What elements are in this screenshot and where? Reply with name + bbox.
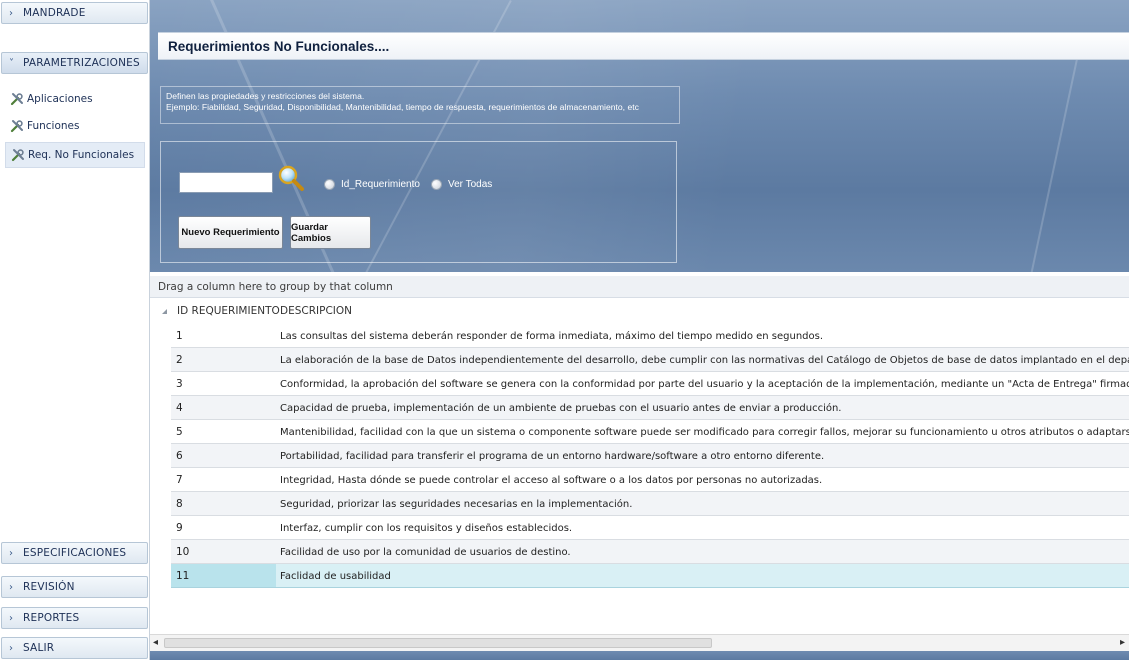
cell-descripcion: Interfaz, cumplir con los requisitos y d…: [280, 522, 573, 534]
wrench-icon: [10, 119, 24, 133]
grid-header: ID REQUERIMIENTO DESCRIPCION: [150, 303, 1129, 322]
radio-dot: [431, 179, 442, 190]
footer-band: [150, 651, 1129, 660]
section-salir[interactable]: › SALIR: [1, 637, 148, 659]
cell-descripcion: Mantenibilidad, facilidad con la que un …: [280, 426, 1129, 438]
cell-descripcion: Seguridad, priorizar las seguridades nec…: [280, 498, 633, 510]
chevron-down-icon: ˅: [9, 57, 14, 69]
header-banner: Requerimientos No Funcionales.... Define…: [150, 0, 1129, 272]
cell-descripcion: Capacidad de prueba, implementación de u…: [280, 402, 842, 414]
table-row[interactable]: 7 Integridad, Hasta dónde se puede contr…: [171, 468, 1129, 492]
table-row[interactable]: 5 Mantenibilidad, facilidad con la que u…: [171, 420, 1129, 444]
chevron-right-icon: ›: [9, 612, 13, 624]
section-label: PARAMETRIZACIONES: [23, 57, 140, 69]
section-reportes[interactable]: › REPORTES: [1, 607, 148, 629]
table-row-selected[interactable]: 11 Faclidad de usabilidad: [171, 564, 1129, 588]
radio-ver-todas[interactable]: Ver Todas: [431, 179, 492, 190]
description-line: Ejemplo: Fiabilidad, Seguridad, Disponib…: [166, 102, 639, 112]
cell-id: 6: [176, 450, 183, 462]
cell-descripcion: La elaboración de la base de Datos indep…: [280, 354, 1129, 366]
group-hint: Drag a column here to group by that colu…: [158, 280, 393, 293]
wrench-icon: [11, 148, 25, 162]
horizontal-scrollbar[interactable]: ◂ ▸: [150, 634, 1129, 651]
table-row[interactable]: 6 Portabilidad, facilidad para transferi…: [171, 444, 1129, 468]
cell-id: 4: [176, 402, 183, 414]
table-row[interactable]: 1 Las consultas del sistema deberán resp…: [171, 324, 1129, 348]
cell-id: 7: [176, 474, 183, 486]
chevron-right-icon: ›: [9, 7, 13, 19]
scroll-right-arrow-icon[interactable]: ▸: [1120, 637, 1125, 648]
sidebar-item-label: Req. No Funcionales: [28, 149, 135, 161]
description-box: Definen las propiedades y restricciones …: [160, 86, 680, 124]
decorative-streak: [1025, 40, 1082, 272]
cell-descripcion: Integridad, Hasta dónde se puede control…: [280, 474, 823, 486]
chevron-right-icon: ›: [9, 547, 13, 559]
cell-id: 11: [171, 564, 276, 587]
title-bar: Requerimientos No Funcionales....: [158, 32, 1129, 60]
main-panel: Requerimientos No Funcionales.... Define…: [150, 0, 1129, 660]
save-changes-button[interactable]: Guardar Cambios: [290, 216, 371, 249]
sidebar-item-funciones[interactable]: Funciones: [5, 113, 145, 139]
cell-id: 10: [176, 546, 190, 558]
cell-id: 5: [176, 426, 183, 438]
controls-box: Id_Requerimiento Ver Todas Nuevo Requeri…: [160, 141, 677, 263]
cell-descripcion: Conformidad, la aprobación del software …: [280, 378, 1129, 390]
group-by-panel[interactable]: Drag a column here to group by that colu…: [150, 276, 1129, 298]
scroll-left-arrow-icon[interactable]: ◂: [153, 637, 158, 648]
cell-id: 2: [176, 354, 183, 366]
column-header-descripcion[interactable]: DESCRIPCION: [280, 305, 352, 317]
radio-id-requerimiento[interactable]: Id_Requerimiento: [324, 179, 420, 190]
chevron-right-icon: ›: [9, 642, 13, 654]
section-label: REVISIÓN: [23, 581, 75, 593]
new-requirement-button[interactable]: Nuevo Requerimiento: [178, 216, 283, 249]
section-mandrade[interactable]: › MANDRADE: [1, 2, 148, 24]
sidebar-item-label: Aplicaciones: [27, 93, 93, 105]
sort-indicator-icon: [162, 309, 167, 314]
cell-id: 3: [176, 378, 183, 390]
table-row[interactable]: 9 Interfaz, cumplir con los requisitos y…: [171, 516, 1129, 540]
search-input[interactable]: [179, 172, 273, 193]
column-header-id[interactable]: ID REQUERIMIENTO: [177, 305, 280, 317]
section-label: ESPECIFICACIONES: [23, 547, 127, 559]
scrollbar-thumb[interactable]: [164, 638, 712, 648]
section-especificaciones[interactable]: › ESPECIFICACIONES: [1, 542, 148, 564]
section-label: SALIR: [23, 642, 55, 654]
cell-descripcion: Las consultas del sistema deberán respon…: [280, 330, 824, 342]
sidebar-item-req-no-funcionales[interactable]: Req. No Funcionales: [5, 142, 145, 168]
table-row[interactable]: 3 Conformidad, la aprobación del softwar…: [171, 372, 1129, 396]
radio-dot: [324, 179, 335, 190]
sidebar-item-label: Funciones: [27, 120, 80, 132]
table-row[interactable]: 2 La elaboración de la base de Datos ind…: [171, 348, 1129, 372]
table-row[interactable]: 8 Seguridad, priorizar las seguridades n…: [171, 492, 1129, 516]
cell-descripcion: Faclidad de usabilidad: [280, 570, 391, 582]
cell-id: 9: [176, 522, 183, 534]
sidebar: › MANDRADE ˅ PARAMETRIZACIONES Aplicacio…: [0, 0, 150, 660]
radio-label: Id_Requerimiento: [341, 179, 420, 190]
section-label: MANDRADE: [23, 7, 86, 19]
section-revision[interactable]: › REVISIÓN: [1, 576, 148, 598]
radio-label: Ver Todas: [448, 179, 493, 190]
cell-descripcion: Portabilidad, facilidad para transferir …: [280, 450, 825, 462]
sidebar-item-aplicaciones[interactable]: Aplicaciones: [5, 86, 145, 112]
wrench-icon: [10, 92, 24, 106]
description-line: Definen las propiedades y restricciones …: [166, 91, 365, 101]
table-row[interactable]: 4 Capacidad de prueba, implementación de…: [171, 396, 1129, 420]
search-icon[interactable]: [277, 164, 305, 192]
cell-id: 8: [176, 498, 183, 510]
cell-id: 1: [176, 330, 183, 342]
table-row[interactable]: 10 Facilidad de uso por la comunidad de …: [171, 540, 1129, 564]
page-title: Requerimientos No Funcionales....: [168, 38, 390, 54]
cell-descripcion: Facilidad de uso por la comunidad de usu…: [280, 546, 571, 558]
section-label: REPORTES: [23, 612, 80, 624]
chevron-right-icon: ›: [9, 581, 13, 593]
section-parametrizaciones[interactable]: ˅ PARAMETRIZACIONES: [1, 52, 148, 74]
